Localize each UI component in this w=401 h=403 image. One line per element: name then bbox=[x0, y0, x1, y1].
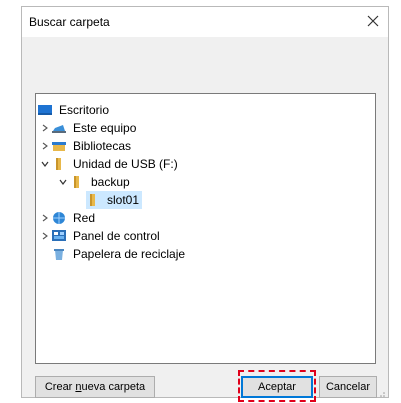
control-panel-icon bbox=[52, 229, 66, 243]
tree-item-label: Escritorio bbox=[59, 103, 110, 117]
folder-tree[interactable]: Escritorio Este equipo Bibliotecas Unida… bbox=[35, 93, 376, 364]
usb-drive-icon bbox=[52, 157, 66, 171]
tree-item-unidad-usb[interactable]: Unidad de USB (F:) bbox=[38, 155, 181, 173]
tree-item-papelera[interactable]: Papelera de reciclaje bbox=[52, 245, 188, 263]
computer-icon bbox=[52, 121, 66, 135]
libraries-icon bbox=[52, 139, 66, 153]
tree-item-red[interactable]: Red bbox=[38, 209, 98, 227]
folder-icon bbox=[86, 193, 100, 207]
tree-item-panel-control[interactable]: Panel de control bbox=[38, 227, 163, 245]
dialog-title: Buscar carpeta bbox=[29, 15, 110, 29]
tree-item-label: Panel de control bbox=[73, 229, 160, 243]
network-icon bbox=[52, 211, 66, 225]
tree-item-escritorio[interactable]: Escritorio bbox=[38, 101, 112, 119]
chevron-right-icon[interactable] bbox=[38, 209, 52, 227]
tree-item-label: Unidad de USB (F:) bbox=[73, 157, 178, 171]
chevron-right-icon[interactable] bbox=[38, 227, 52, 245]
ok-label: Aceptar bbox=[258, 381, 296, 393]
tree-item-label: slot01 bbox=[104, 192, 143, 208]
browse-folder-dialog: Buscar carpeta Escritorio Este equipo Bi… bbox=[21, 6, 389, 402]
folder-icon bbox=[70, 175, 84, 189]
tree-item-label: Este equipo bbox=[73, 121, 137, 135]
new-folder-label: Crear nueva carpeta bbox=[44, 381, 146, 393]
chevron-right-icon[interactable] bbox=[38, 119, 52, 137]
tree-item-label: Red bbox=[73, 211, 96, 225]
recycle-bin-icon bbox=[52, 247, 66, 261]
tree-item-slot01[interactable]: slot01 bbox=[86, 191, 143, 209]
tree-item-label: Bibliotecas bbox=[73, 139, 132, 153]
new-folder-button[interactable]: Crear nueva carpeta bbox=[35, 376, 155, 398]
cancel-label: Cancelar bbox=[325, 381, 371, 393]
chevron-down-icon[interactable] bbox=[38, 155, 52, 173]
tree-item-este-equipo[interactable]: Este equipo bbox=[38, 119, 139, 137]
tree-item-label: backup bbox=[91, 175, 130, 189]
ok-button[interactable]: Aceptar bbox=[241, 376, 313, 398]
tree-item-backup[interactable]: backup bbox=[56, 173, 133, 191]
desktop-icon bbox=[38, 103, 52, 117]
close-icon[interactable] bbox=[364, 12, 382, 30]
resize-grip-icon[interactable] bbox=[376, 385, 386, 397]
chevron-right-icon[interactable] bbox=[38, 137, 52, 155]
cancel-button[interactable]: Cancelar bbox=[319, 376, 377, 398]
title-bar: Buscar carpeta bbox=[22, 7, 388, 37]
chevron-down-icon[interactable] bbox=[56, 173, 70, 191]
tree-item-bibliotecas[interactable]: Bibliotecas bbox=[38, 137, 134, 155]
tree-item-label: Papelera de reciclaje bbox=[73, 247, 186, 261]
